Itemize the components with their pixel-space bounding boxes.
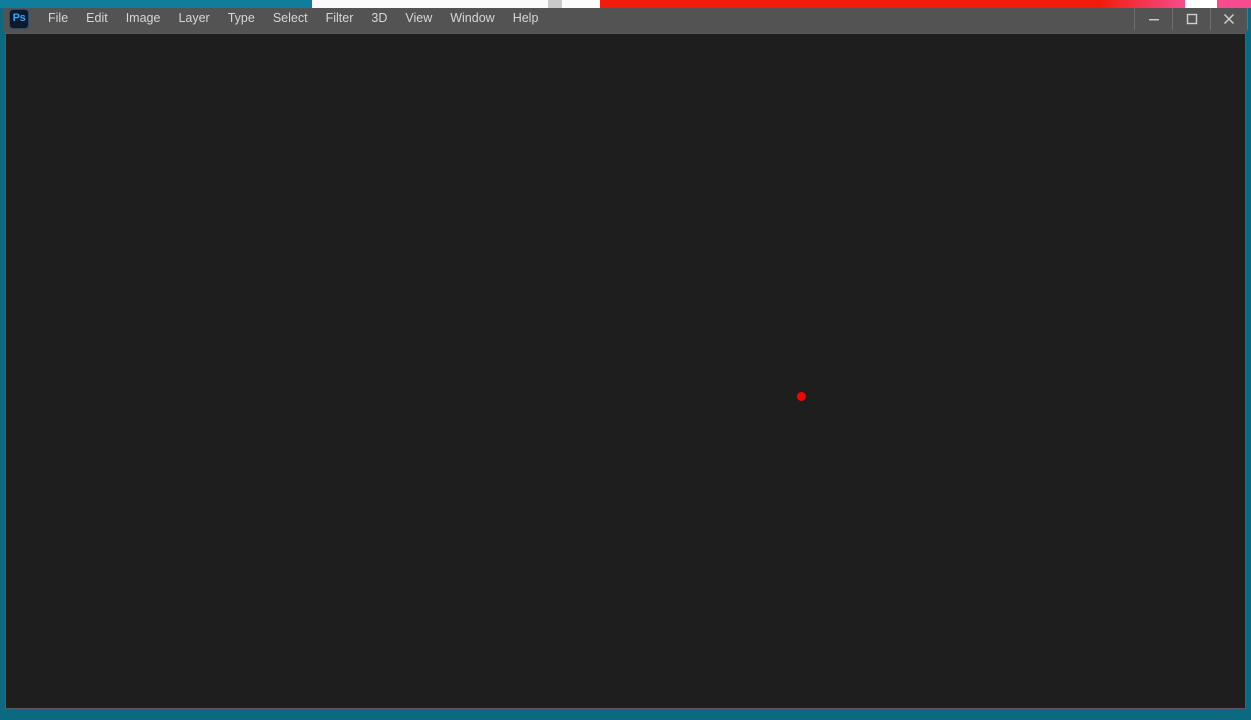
minimize-button[interactable] bbox=[1134, 7, 1172, 30]
close-button[interactable] bbox=[1210, 7, 1248, 30]
window-title-bar[interactable]: Ps File Edit Image Layer Type Select Filter 3D V… bbox=[3, 4, 1248, 33]
bottom-accent-bar bbox=[0, 711, 1251, 720]
photoshop-application-window: Ps File Edit Image Layer Type Select Filter 3D V… bbox=[0, 0, 1251, 720]
menu-item-3d[interactable]: 3D bbox=[362, 8, 396, 29]
teal-segment bbox=[0, 0, 312, 8]
maximize-button[interactable] bbox=[1172, 7, 1210, 30]
menu-item-type[interactable]: Type bbox=[219, 8, 264, 29]
photoshop-logo-label: Ps bbox=[12, 12, 26, 24]
red-pink-gradient bbox=[1100, 0, 1185, 8]
photoshop-logo-icon[interactable]: Ps bbox=[9, 8, 29, 29]
menu-item-layer[interactable]: Layer bbox=[169, 8, 218, 29]
menu-item-file[interactable]: File bbox=[39, 8, 77, 29]
maximize-icon bbox=[1186, 13, 1197, 24]
menu-item-window[interactable]: Window bbox=[441, 8, 503, 29]
document-canvas[interactable] bbox=[14, 34, 1245, 708]
red-segment bbox=[600, 0, 1100, 8]
menu-bar: Ps File Edit Image Layer Type Select Filter 3D V… bbox=[3, 4, 547, 33]
menu-item-help[interactable]: Help bbox=[504, 8, 548, 29]
top-accent-strip bbox=[0, 0, 1251, 8]
red-dot-artwork bbox=[796, 391, 806, 401]
close-icon bbox=[1223, 13, 1235, 24]
window-controls bbox=[1134, 4, 1248, 33]
menu-item-select[interactable]: Select bbox=[264, 8, 317, 29]
white-segment-right bbox=[562, 0, 600, 8]
gray-segment bbox=[548, 0, 562, 8]
menu-item-view[interactable]: View bbox=[396, 8, 441, 29]
menu-item-edit[interactable]: Edit bbox=[77, 8, 117, 29]
white-gap-segment bbox=[1185, 0, 1217, 8]
menu-item-filter[interactable]: Filter bbox=[317, 8, 363, 29]
menu-item-image[interactable]: Image bbox=[117, 8, 170, 29]
minimize-icon bbox=[1148, 18, 1159, 20]
document-canvas-area[interactable] bbox=[5, 33, 1246, 709]
pink-segment bbox=[1217, 0, 1251, 8]
white-segment-left bbox=[312, 0, 548, 8]
